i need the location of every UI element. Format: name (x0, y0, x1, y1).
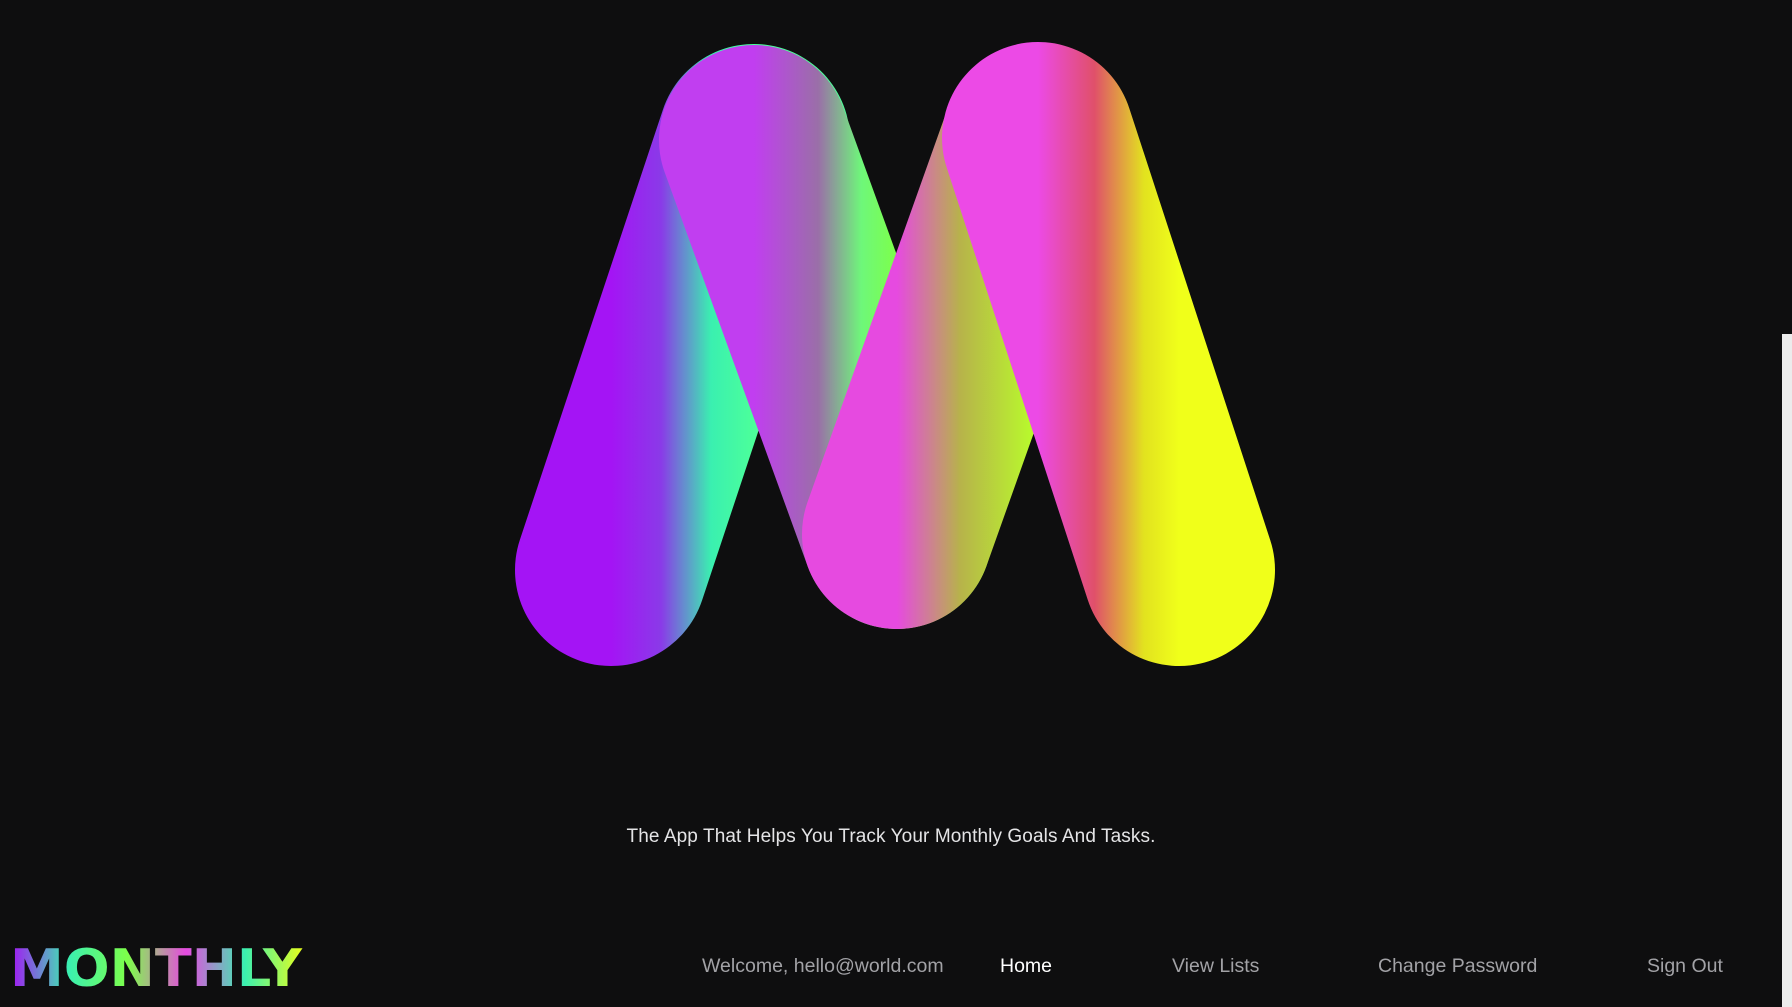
landing-page: The App That Helps You Track Your Monthl… (0, 0, 1792, 1007)
brand-wordmark: MONTHLY (10, 939, 303, 996)
nav-sign-out-link[interactable]: Sign Out (1647, 955, 1723, 978)
tagline: The App That Helps You Track Your Monthl… (626, 826, 1156, 847)
welcome-text: Welcome, hello@world.com (702, 955, 944, 977)
nav-view-lists-link[interactable]: View Lists (1172, 955, 1259, 978)
bottom-nav: MONTHLY Welcome, hello@world.com Home Vi… (0, 926, 1782, 1007)
hero-m-logo (515, 42, 1275, 666)
nav-change-password-link[interactable]: Change Password (1378, 955, 1537, 978)
m-right-stroke (942, 42, 1275, 666)
monthly-logo[interactable]: MONTHLY (6, 936, 306, 996)
scrollbar[interactable] (1782, 334, 1792, 1007)
nav-home-link[interactable]: Home (1000, 955, 1052, 978)
